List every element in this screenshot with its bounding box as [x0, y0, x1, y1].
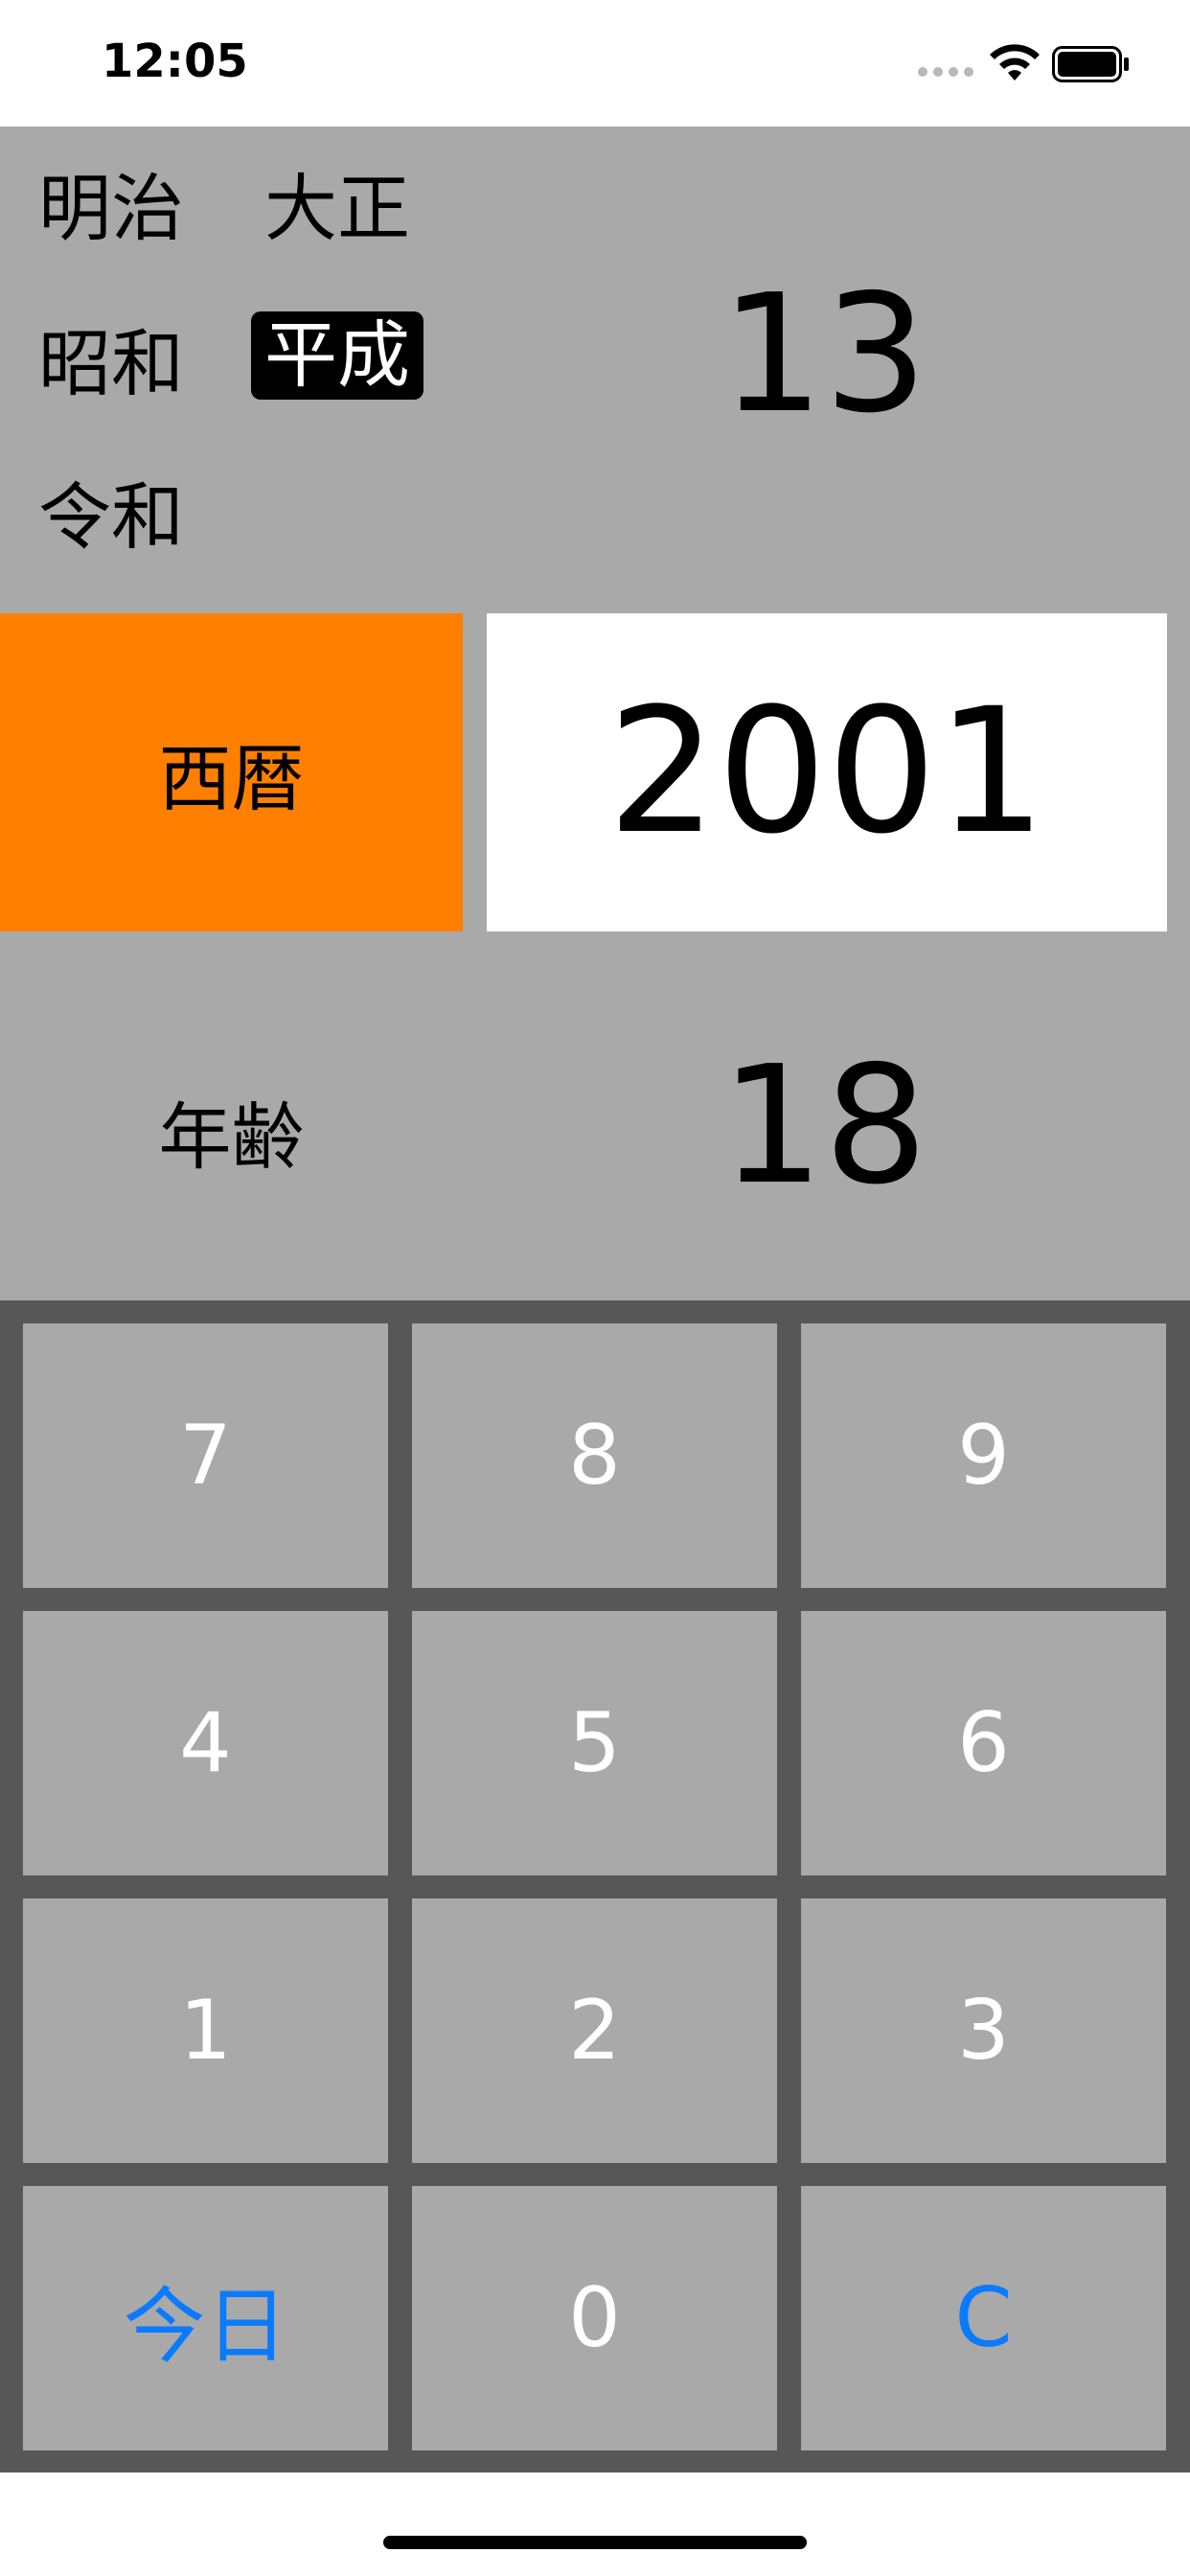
keypad: 7 8 9 4 5 6 1 2 3 今日 0 C: [0, 1300, 1190, 2472]
key-0[interactable]: 0: [412, 2186, 777, 2450]
home-indicator[interactable]: [383, 2536, 807, 2549]
age-label: 年齢: [158, 1094, 305, 1180]
battery-icon: [1052, 46, 1129, 82]
clear-button[interactable]: C: [801, 2186, 1166, 2450]
key-3[interactable]: 3: [801, 1898, 1166, 2163]
era-heisei[interactable]: 平成: [251, 311, 423, 400]
seireki-year-display: 2001: [487, 613, 1167, 932]
era-meiji[interactable]: 明治: [25, 165, 197, 253]
era-taisho[interactable]: 大正: [251, 165, 423, 253]
today-button[interactable]: 今日: [23, 2186, 388, 2450]
era-showa[interactable]: 昭和: [25, 320, 197, 408]
age-value: 18: [720, 1031, 928, 1221]
key-6[interactable]: 6: [801, 1611, 1166, 1875]
era-year-value: 13: [720, 260, 928, 449]
wifi-icon: [990, 44, 1040, 80]
key-8[interactable]: 8: [412, 1323, 777, 1588]
key-9[interactable]: 9: [801, 1323, 1166, 1588]
era-reiwa[interactable]: 令和: [25, 473, 197, 562]
seireki-label: 西暦: [158, 736, 305, 821]
seireki-button[interactable]: 西暦: [0, 613, 463, 932]
key-4[interactable]: 4: [23, 1611, 388, 1875]
key-2[interactable]: 2: [412, 1898, 777, 2163]
cellular-signal-icon: [918, 67, 973, 77]
key-7[interactable]: 7: [23, 1323, 388, 1588]
key-5[interactable]: 5: [412, 1611, 777, 1875]
key-1[interactable]: 1: [23, 1898, 388, 2163]
status-time: 12:05: [102, 34, 248, 88]
seireki-year-value: 2001: [606, 672, 1047, 872]
